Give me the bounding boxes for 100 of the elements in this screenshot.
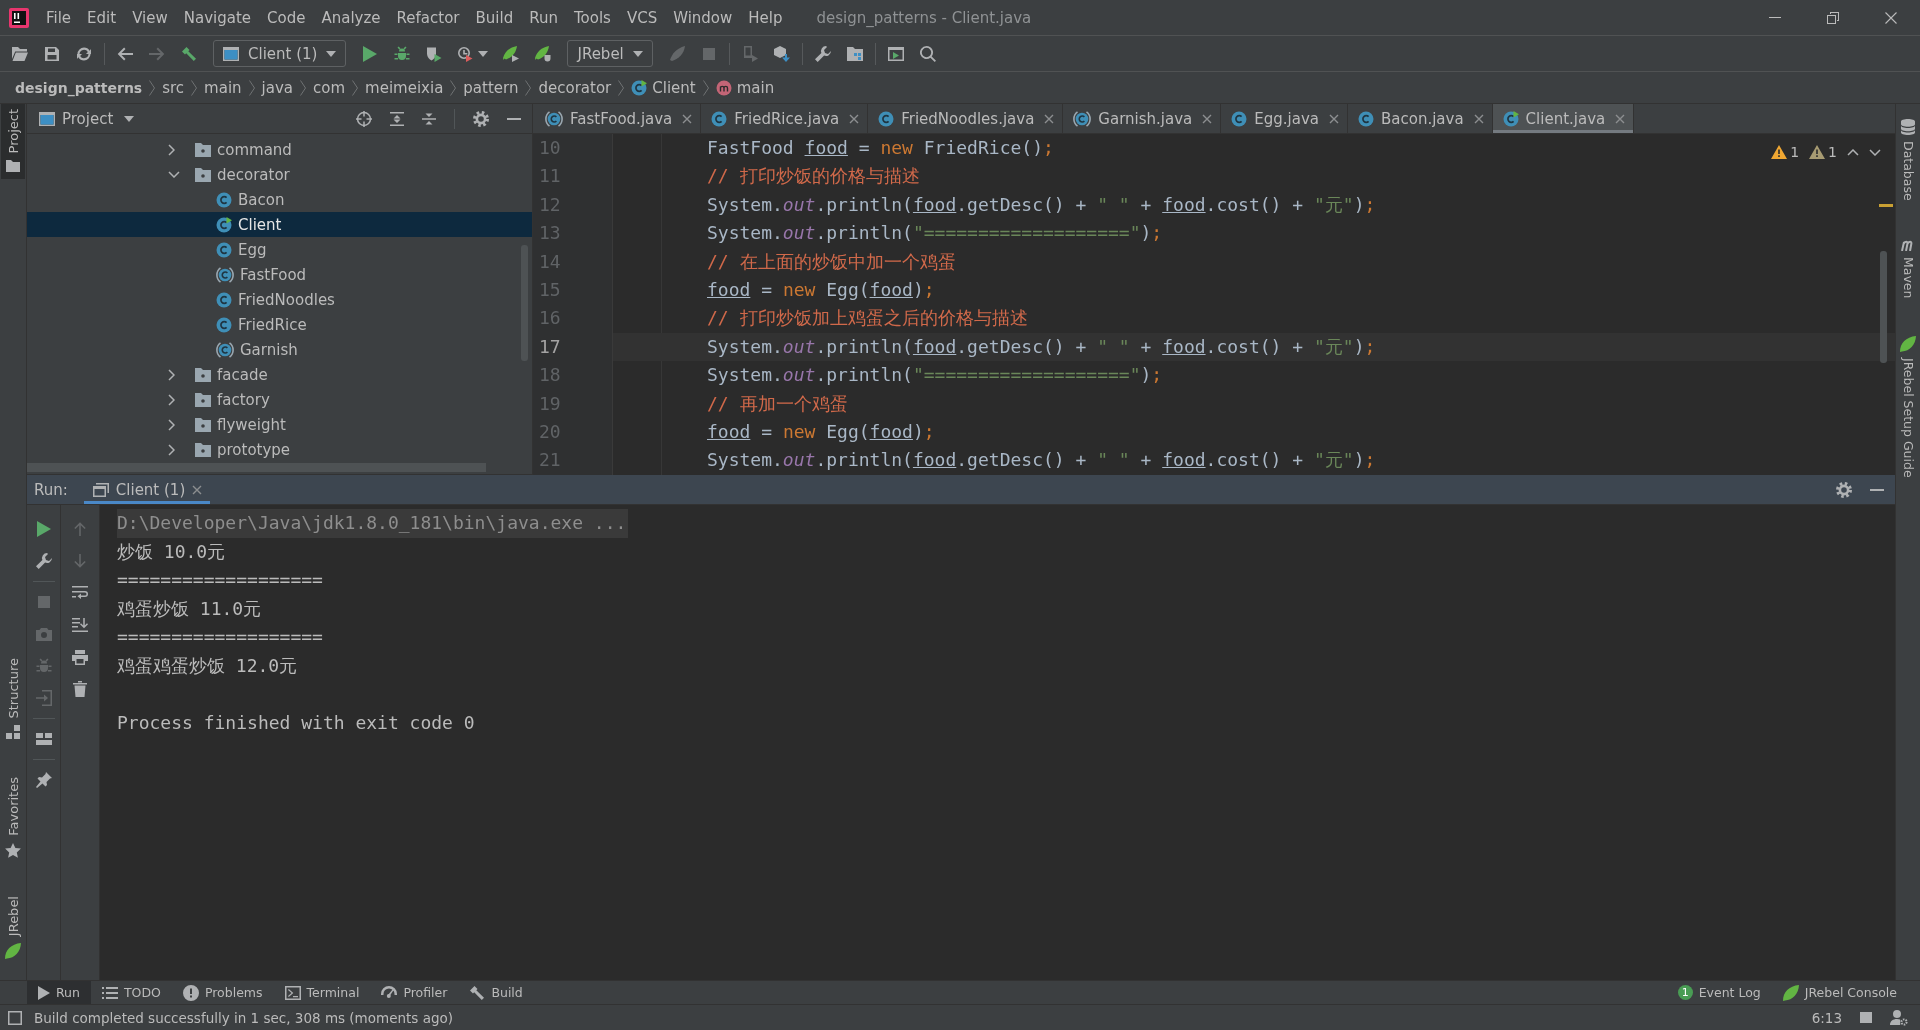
settings-icon[interactable]	[1836, 481, 1852, 498]
breadcrumb[interactable]: com	[313, 78, 346, 97]
minimize-icon[interactable]	[507, 117, 521, 120]
editor-tab[interactable]: FastFood.java	[535, 104, 702, 133]
menu-item[interactable]: Run	[521, 6, 566, 29]
menu-item[interactable]: Tools	[565, 6, 619, 29]
close-icon[interactable]	[1044, 113, 1055, 124]
expand-all-icon[interactable]	[390, 111, 404, 126]
tree-item[interactable]: Client	[216, 215, 282, 234]
menu-item[interactable]: Help	[740, 6, 791, 29]
editor-tab[interactable]: Client.java	[1492, 104, 1635, 133]
breadcrumb[interactable]: main	[715, 78, 775, 97]
tree-item[interactable]: Garnish	[216, 340, 298, 359]
chevron-right-icon[interactable]	[168, 368, 175, 381]
chevron-right-icon[interactable]	[168, 393, 175, 406]
run-tab[interactable]: Client (1)	[83, 475, 211, 504]
tool-window-button[interactable]: Project	[1, 104, 25, 180]
window-toggle-icon[interactable]	[8, 1010, 22, 1025]
breadcrumb[interactable]: java	[261, 78, 294, 97]
menu-item[interactable]: Code	[259, 6, 314, 29]
tree-item[interactable]: command	[195, 140, 292, 159]
tool-window-button[interactable]: Profiler	[370, 981, 459, 1004]
breadcrumb[interactable]: src	[162, 78, 185, 97]
close-icon[interactable]	[1473, 113, 1484, 124]
tree-item[interactable]: Egg	[216, 240, 267, 259]
blocks-icon	[6, 725, 20, 740]
bug-icon	[35, 658, 52, 674]
star-icon	[5, 842, 21, 858]
editor-tab[interactable]: FriedRice.java	[701, 104, 869, 133]
close-icon[interactable]	[1328, 113, 1339, 124]
tool-window-button[interactable]: 1 Event Log	[1666, 981, 1772, 1004]
warning-counter[interactable]: 1	[1809, 144, 1837, 160]
editor-tab[interactable]: Bacon.java	[1347, 104, 1493, 133]
warning-marker[interactable]	[1879, 204, 1893, 207]
view-selector[interactable]: Project	[39, 109, 135, 128]
run-configuration-dropdown[interactable]: Client (1)	[213, 40, 347, 67]
menu-item[interactable]: Analyze	[313, 6, 389, 29]
breadcrumb[interactable]: main	[204, 78, 242, 97]
menu-item[interactable]: Edit	[79, 6, 125, 29]
tree-item[interactable]: factory	[195, 390, 270, 409]
scrollbar-thumb[interactable]	[1880, 251, 1887, 363]
tool-window-button[interactable]: Database	[1896, 114, 1920, 208]
breadcrumb[interactable]: meimeixia	[365, 78, 444, 97]
tool-window-button[interactable]: Maven	[1896, 233, 1920, 306]
chevron-right-icon[interactable]	[168, 418, 175, 431]
chevron-right-icon[interactable]	[168, 143, 175, 156]
tree-item[interactable]: flyweight	[195, 415, 286, 434]
tree-item[interactable]: Bacon	[216, 190, 285, 209]
chevron-up-icon[interactable]	[1847, 148, 1859, 156]
tool-window-button[interactable]: JRebel Setup Guide	[1896, 331, 1920, 485]
tree-item[interactable]: FriedRice	[216, 315, 307, 334]
breadcrumb[interactable]: design_patterns	[15, 79, 143, 96]
chevron-right-icon[interactable]	[168, 443, 175, 456]
phone-icon	[741, 45, 758, 62]
scrollbar-thumb[interactable]	[27, 463, 486, 472]
menu-item[interactable]: Refactor	[388, 6, 468, 29]
close-icon[interactable]	[682, 113, 693, 124]
console-line: 鸡蛋炒饭 11.0元	[117, 596, 262, 621]
tool-window-button[interactable]: TODO	[90, 981, 172, 1004]
tool-window-button[interactable]: JRebel	[1, 890, 25, 966]
locate-icon[interactable]	[356, 110, 372, 127]
person-gear-icon[interactable]	[1890, 1009, 1908, 1026]
menu-item[interactable]: Window	[665, 6, 741, 29]
tree-item[interactable]: decorator	[195, 165, 290, 184]
code-line: System.out.println(food.getDesc() + " " + food.cost() + "元");	[707, 449, 1376, 471]
tool-window-button[interactable]: Problems	[171, 981, 274, 1004]
chevron-down-icon[interactable]	[168, 171, 180, 178]
dropdown-button[interactable]: JRebel	[567, 40, 653, 67]
chevron-down-icon[interactable]	[1869, 148, 1881, 156]
tree-item[interactable]: FriedNoodles	[216, 290, 335, 309]
folder-icon	[6, 160, 20, 173]
editor-tab[interactable]: FriedNoodles.java	[868, 104, 1064, 133]
tree-item[interactable]: FastFood	[216, 265, 307, 284]
search-icon	[919, 45, 936, 62]
editor-tab[interactable]: Egg.java	[1221, 104, 1348, 133]
menu-item[interactable]: File	[38, 6, 80, 29]
tool-window-button[interactable]: Terminal	[273, 981, 371, 1004]
settings-icon[interactable]	[473, 110, 489, 127]
caret-position[interactable]: 6:13	[1811, 1009, 1842, 1026]
warning-counter[interactable]: 1	[1771, 144, 1800, 160]
collapse-all-icon[interactable]	[422, 111, 436, 126]
menu-item[interactable]: Build	[467, 6, 522, 29]
menu-item[interactable]: VCS	[618, 6, 666, 29]
close-icon[interactable]	[192, 484, 203, 495]
close-icon[interactable]	[849, 113, 860, 124]
tool-window-button[interactable]: JRebel Console	[1771, 981, 1908, 1004]
tool-window-button[interactable]: Favorites	[1, 772, 25, 865]
close-icon[interactable]	[1202, 113, 1213, 124]
minimize-icon[interactable]	[1870, 488, 1884, 491]
tree-item[interactable]: prototype	[195, 440, 291, 459]
breadcrumb[interactable]: pattern	[463, 78, 519, 97]
tool-window-button[interactable]: Structure	[1, 652, 25, 747]
menu-item[interactable]: Navigate	[175, 6, 260, 29]
editor-tab[interactable]: Garnish.java	[1063, 104, 1222, 133]
breadcrumb[interactable]: Client	[631, 78, 696, 97]
breadcrumb[interactable]: decorator	[538, 78, 612, 97]
menu-item[interactable]: View	[124, 6, 176, 29]
tree-item[interactable]: facade	[195, 365, 268, 384]
tool-window-button[interactable]: Run	[27, 981, 91, 1004]
tool-window-button[interactable]: Build	[458, 981, 534, 1004]
